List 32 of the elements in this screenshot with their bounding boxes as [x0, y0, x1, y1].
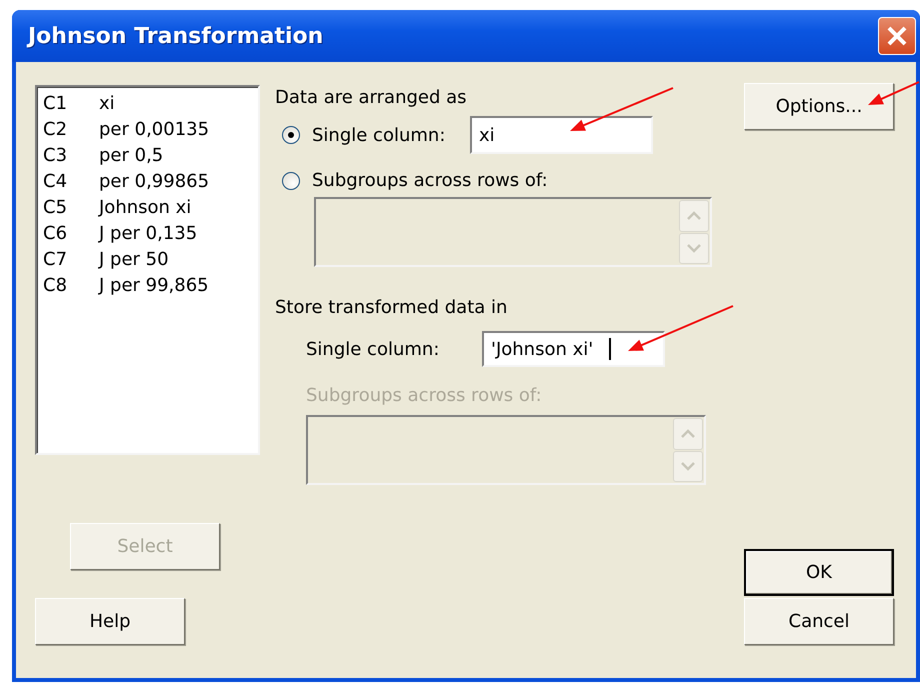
dialog-button[interactable]: Help: [35, 598, 185, 645]
close-button[interactable]: [878, 17, 916, 55]
dialog-button[interactable]: OK: [744, 549, 894, 596]
chevron-down-icon: [687, 244, 701, 253]
list-item[interactable]: C4 per 0,99865: [43, 169, 252, 195]
field-label: Single column:: [306, 338, 440, 360]
list-item[interactable]: C2 per 0,00135: [43, 117, 252, 143]
chevron-down-icon: [681, 462, 695, 471]
input-field[interactable]: xi: [470, 116, 653, 154]
text-cursor: [609, 338, 612, 360]
column-list[interactable]: C1 xi C2 per 0,00135 C3 per 0,5 C4 per 0,99865 C5 Johnson xi C6 J per 0,135 C7 J per 50 C8 J per 99,865: [35, 85, 260, 455]
section-heading: Data are arranged as: [275, 86, 467, 110]
close-icon: [885, 24, 909, 48]
field-label: Subgroups across rows of:: [306, 384, 542, 408]
dialog-button[interactable]: Options...: [744, 83, 894, 130]
radio-button[interactable]: [282, 126, 300, 144]
list-item[interactable]: C6 J per 0,135: [43, 221, 252, 247]
window-title: Johnson Transformation: [28, 24, 324, 48]
list-item[interactable]: C7 J per 50: [43, 247, 252, 273]
annotation-arrow: [868, 81, 920, 105]
chevron-up-icon: [681, 429, 695, 438]
list-item[interactable]: C1 xi: [43, 91, 252, 117]
radio-button[interactable]: [282, 172, 300, 190]
input-field[interactable]: 'Johnson xi': [482, 331, 665, 367]
section-heading: Store transformed data in: [275, 296, 508, 320]
radio-label: Subgroups across rows of:: [312, 170, 548, 191]
list-item[interactable]: C5 Johnson xi: [43, 195, 252, 221]
radio-label: Single column:: [312, 124, 446, 146]
dialog-button[interactable]: Cancel: [744, 598, 894, 645]
list-item[interactable]: C8 J per 99,865: [43, 273, 252, 299]
chevron-up-icon: [687, 211, 701, 220]
list-item[interactable]: C3 per 0,5: [43, 143, 252, 169]
